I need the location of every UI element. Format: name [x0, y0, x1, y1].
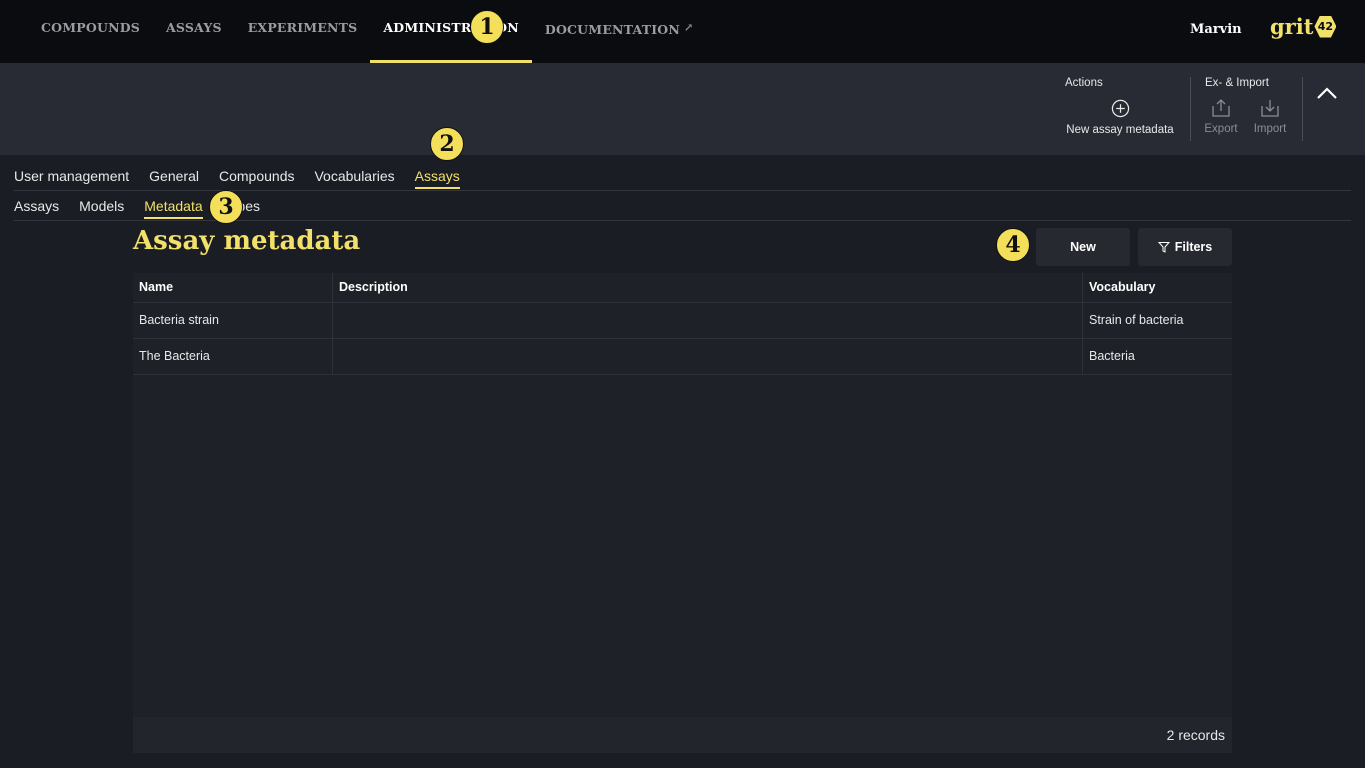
app-logo[interactable]: grit 42	[1270, 14, 1337, 39]
cell-name: The Bacteria	[133, 339, 333, 374]
new-assay-metadata-button[interactable]: New assay metadata	[1065, 99, 1175, 136]
tab-vocabularies[interactable]: Vocabularies	[314, 160, 394, 190]
table-row[interactable]: The Bacteria Bacteria	[133, 339, 1232, 375]
subtab-metadata[interactable]: Metadata	[144, 191, 204, 220]
user-menu[interactable]: Marvin	[1190, 22, 1242, 37]
table-header: Name Description Vocabulary	[133, 273, 1232, 303]
cell-name: Bacteria strain	[133, 303, 333, 338]
nav-experiments[interactable]: EXPERIMENTS	[235, 0, 371, 63]
filters-button[interactable]: Filters	[1138, 228, 1232, 266]
export-button[interactable]: Export	[1203, 97, 1239, 135]
filter-icon	[1157, 242, 1170, 253]
tab-compounds[interactable]: Compounds	[219, 160, 295, 190]
admin-section-tabs: User management General Compounds Vocabu…	[14, 160, 1351, 191]
subtab-assays[interactable]: Assays	[14, 191, 59, 220]
logo-badge: 42	[1314, 15, 1337, 38]
filters-label: Filters	[1174, 240, 1213, 254]
nav-assays[interactable]: ASSAYS	[153, 0, 235, 63]
tab-user-management[interactable]: User management	[14, 160, 129, 190]
column-header-vocabulary[interactable]: Vocabulary	[1083, 273, 1232, 302]
cell-description	[333, 303, 1083, 338]
export-icon	[1212, 99, 1230, 117]
actions-group-title: Actions	[1065, 77, 1103, 89]
toolbar-divider	[1190, 77, 1191, 141]
column-header-description[interactable]: Description	[333, 273, 1083, 302]
top-navigation-bar: COMPOUNDS ASSAYS EXPERIMENTS ADMINISTRAT…	[0, 0, 1365, 63]
external-link-icon: ↗	[683, 21, 694, 34]
tab-assays[interactable]: Assays	[414, 160, 460, 190]
chevron-up-icon	[1317, 87, 1337, 99]
metadata-table: Name Description Vocabulary Bacteria str…	[133, 273, 1232, 753]
record-count: 2 records	[1166, 727, 1225, 743]
collapse-toolbar-button[interactable]	[1314, 81, 1340, 107]
table-row[interactable]: Bacteria strain Strain of bacteria	[133, 303, 1232, 339]
logo-text: grit	[1270, 14, 1314, 39]
cell-vocabulary: Bacteria	[1089, 349, 1135, 363]
nav-documentation[interactable]: DOCUMENTATION ↗	[532, 0, 707, 63]
callout-badge-1: 1	[470, 10, 504, 44]
export-label: Export	[1204, 123, 1238, 135]
import-label: Import	[1253, 123, 1287, 135]
callout-badge-4: 4	[996, 228, 1030, 262]
toolbar-divider	[1302, 77, 1303, 141]
nav-administration[interactable]: ADMINISTRATION	[370, 0, 532, 63]
page-title: Assay metadata	[133, 226, 361, 256]
callout-badge-2: 2	[430, 127, 464, 161]
cell-description	[333, 339, 1083, 374]
action-toolbar: Actions New assay metadata Ex- & Import …	[0, 63, 1365, 155]
main-nav: COMPOUNDS ASSAYS EXPERIMENTS ADMINISTRAT…	[28, 0, 706, 63]
subtab-models[interactable]: Models	[79, 191, 124, 220]
callout-badge-3: 3	[209, 190, 243, 224]
nav-documentation-label: DOCUMENTATION	[544, 22, 680, 37]
cell-vocabulary: Strain of bacteria	[1089, 313, 1184, 327]
plus-circle-icon	[1111, 99, 1129, 118]
tab-general[interactable]: General	[149, 160, 199, 190]
new-assay-metadata-label: New assay metadata	[1066, 124, 1174, 136]
nav-compounds[interactable]: COMPOUNDS	[28, 0, 153, 63]
import-button[interactable]: Import	[1251, 97, 1289, 135]
new-button[interactable]: New	[1036, 228, 1130, 266]
table-footer: 2 records	[133, 717, 1232, 753]
column-header-name[interactable]: Name	[133, 273, 333, 302]
import-icon	[1261, 100, 1279, 117]
eximport-group-title: Ex- & Import	[1205, 77, 1269, 89]
